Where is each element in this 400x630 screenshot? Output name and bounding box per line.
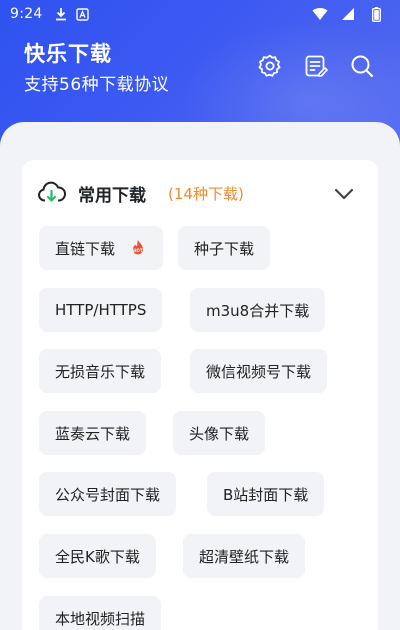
cloud-download-icon [38, 181, 66, 202]
chip-label: 种子下载 [194, 239, 255, 258]
chip-label: 直链下载 [55, 239, 116, 258]
edit-notes-icon [305, 55, 328, 77]
status-bar: 9:24 [0, 0, 400, 28]
chip-national-k-song-download[interactable]: 全民K歌下载 [39, 534, 156, 578]
status-indicators [312, 6, 390, 22]
app-title: 快乐下载 [24, 42, 112, 66]
chip-bilibili-cover-download[interactable]: B站封面下载 [207, 472, 325, 516]
content-sheet: 常用下载 (14种下载) 直链下载 HOT 种子下载 HTTP/HTTPS m3… [0, 122, 400, 630]
chip-label: 微信视频号下载 [206, 362, 312, 381]
hot-badge-icon: HOT [133, 240, 143, 255]
chevron-down-icon[interactable] [332, 182, 356, 206]
chip-label: m3u8合并下载 [206, 301, 310, 320]
status-time: 9:24 [10, 6, 43, 22]
chip-lossless-music-download[interactable]: 无损音乐下载 [39, 349, 162, 393]
app-notification-icon [75, 6, 91, 22]
header-actions [256, 52, 376, 80]
chip-wechat-video-download[interactable]: 微信视频号下载 [190, 349, 328, 393]
chip-direct-link-download[interactable]: 直链下载 HOT [39, 226, 164, 270]
notes-button[interactable] [302, 52, 330, 80]
chip-label: 蓝奏云下载 [55, 424, 131, 443]
chip-label: 公众号封面下载 [55, 485, 161, 504]
chip-avatar-download[interactable]: 头像下载 [173, 411, 266, 455]
section-count: (14种下载) [168, 184, 244, 203]
section-title: 常用下载 [78, 185, 146, 206]
chip-label: 本地视频扫描 [55, 609, 146, 628]
search-icon [351, 55, 374, 78]
chip-label: 无损音乐下载 [55, 362, 146, 381]
chip-label: B站封面下载 [223, 485, 309, 504]
battery-icon [368, 6, 384, 22]
signal-icon [340, 6, 356, 22]
chip-torrent-download[interactable]: 种子下载 [178, 226, 271, 270]
chip-label: 头像下载 [189, 424, 250, 443]
chip-label: 全民K歌下载 [55, 547, 140, 566]
download-category-card: 常用下载 (14种下载) 直链下载 HOT 种子下载 HTTP/HTTPS m3… [22, 160, 378, 630]
chip-label: 超清壁纸下载 [199, 547, 290, 566]
svg-text:HOT: HOT [133, 248, 143, 253]
search-button[interactable] [348, 52, 376, 80]
download-notification-icon [53, 6, 69, 22]
app-subtitle: 支持56种下载协议 [24, 75, 170, 95]
chip-m3u8-merge-download[interactable]: m3u8合并下载 [190, 288, 326, 332]
chip-hd-wallpaper-download[interactable]: 超清壁纸下载 [183, 534, 306, 578]
gear-icon [258, 54, 281, 77]
chip-lanzou-cloud-download[interactable]: 蓝奏云下载 [39, 411, 147, 455]
chip-official-account-cover-download[interactable]: 公众号封面下载 [39, 472, 177, 516]
chip-label: HTTP/HTTPS [55, 301, 147, 319]
settings-button[interactable] [256, 52, 284, 80]
section-header[interactable]: 常用下载 (14种下载) [22, 160, 378, 226]
chip-http-https[interactable]: HTTP/HTTPS [39, 288, 163, 332]
chip-local-video-scan[interactable]: 本地视频扫描 [39, 596, 162, 630]
wifi-icon [312, 6, 328, 22]
